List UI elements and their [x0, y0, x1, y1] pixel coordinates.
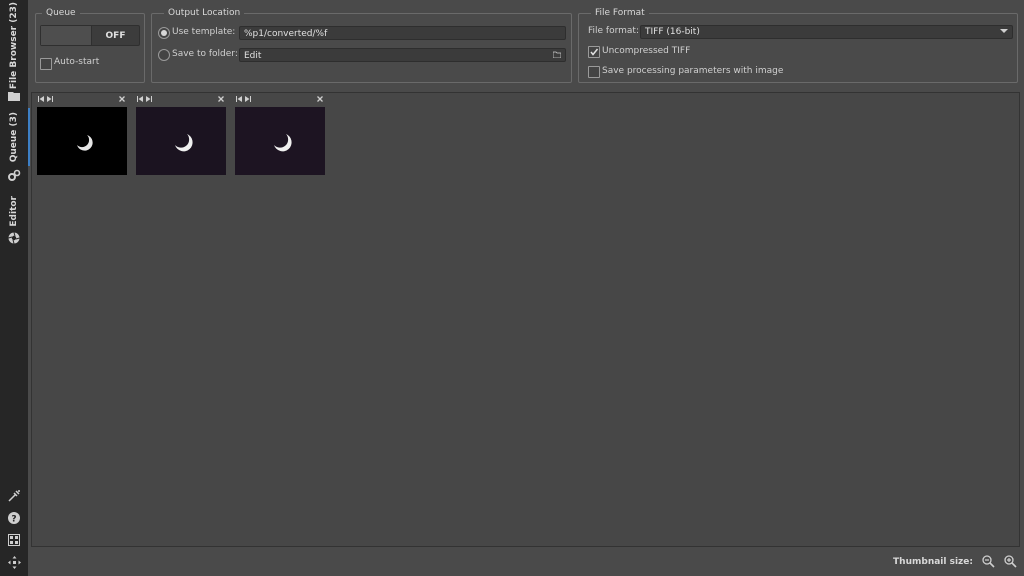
file-format-select[interactable]: TIFF (16-bit): [640, 25, 1013, 39]
aperture-icon: [7, 231, 21, 245]
fullscreen-icon[interactable]: [7, 555, 21, 569]
screen-layout-icon[interactable]: [7, 533, 21, 547]
save-params-label: Save processing parameters with image: [602, 66, 784, 76]
thumbnail-image: [37, 107, 127, 175]
file-format-title: File Format: [591, 7, 649, 19]
thumbnail-toolbar: [136, 96, 226, 106]
thumbnail-item[interactable]: [37, 96, 127, 175]
thumbnail-size-label: Thumbnail size:: [893, 557, 973, 567]
thumbnail-image: [136, 107, 226, 175]
thumbnail-item[interactable]: [136, 96, 226, 175]
checkmark-icon: [590, 48, 599, 56]
save-to-folder-radio[interactable]: [158, 49, 170, 61]
template-input[interactable]: %p1/converted/%f: [239, 26, 566, 40]
svg-text:?: ?: [11, 515, 16, 525]
tab-editor[interactable]: Editor: [0, 192, 28, 230]
folder-icon: [7, 89, 21, 103]
thumbnail-area[interactable]: [31, 92, 1020, 547]
folder-chooser[interactable]: Edit: [239, 48, 566, 62]
thumbnail-image: [235, 107, 325, 175]
save-params-checkbox[interactable]: [588, 66, 600, 78]
queue-toggle-knob: [41, 26, 92, 45]
gears-icon: [7, 168, 21, 182]
file-format-value: TIFF (16-bit): [645, 27, 700, 37]
file-format-group: File Format File format: TIFF (16-bit) U…: [578, 7, 1018, 83]
uncompressed-tiff-checkbox[interactable]: [588, 46, 600, 58]
close-icon[interactable]: [317, 96, 323, 104]
move-last-icon[interactable]: [245, 96, 251, 104]
queue-group-title: Queue: [42, 7, 80, 19]
move-first-icon[interactable]: [236, 96, 242, 104]
zoom-out-icon[interactable]: [982, 555, 995, 571]
move-last-icon[interactable]: [146, 96, 152, 104]
tab-queue-label: Queue (3): [9, 111, 19, 163]
sidebar: File Browser (23) Queue (3) Editor ?: [0, 0, 30, 576]
file-format-label: File format:: [588, 26, 639, 36]
move-first-icon[interactable]: [137, 96, 143, 104]
queue-toggle-switch[interactable]: OFF: [40, 25, 140, 46]
color-picker-icon[interactable]: [7, 488, 21, 502]
use-template-radio[interactable]: [158, 27, 170, 39]
tab-file-browser[interactable]: File Browser (23): [0, 2, 28, 89]
tab-queue[interactable]: Queue (3): [0, 108, 30, 166]
chevron-down-icon: [1000, 26, 1008, 39]
folder-icon: [552, 49, 562, 63]
thumbnail-toolbar: [37, 96, 127, 106]
move-first-icon[interactable]: [38, 96, 44, 104]
use-template-label: Use template:: [172, 27, 236, 37]
thumbnail-toolbar: [235, 96, 325, 106]
autostart-checkbox[interactable]: [40, 58, 52, 70]
tab-file-browser-label: File Browser (23): [9, 2, 19, 90]
tab-editor-label: Editor: [9, 195, 19, 227]
uncompressed-tiff-label: Uncompressed TIFF: [602, 46, 691, 56]
help-icon[interactable]: ?: [7, 511, 21, 525]
folder-chooser-value: Edit: [244, 51, 262, 61]
zoom-in-icon[interactable]: [1004, 555, 1017, 571]
queue-group: Queue OFF Auto-start: [35, 7, 145, 83]
output-location-title: Output Location: [164, 7, 245, 19]
output-location-group: Output Location Use template: %p1/conver…: [151, 7, 572, 83]
thumbnail-item[interactable]: [235, 96, 325, 175]
queue-toggle-label: OFF: [105, 30, 126, 41]
move-last-icon[interactable]: [47, 96, 53, 104]
close-icon[interactable]: [119, 96, 125, 104]
save-to-folder-label: Save to folder:: [172, 49, 238, 59]
close-icon[interactable]: [218, 96, 224, 104]
autostart-label: Auto-start: [54, 57, 100, 67]
status-bar: Thumbnail size:: [28, 548, 1024, 576]
